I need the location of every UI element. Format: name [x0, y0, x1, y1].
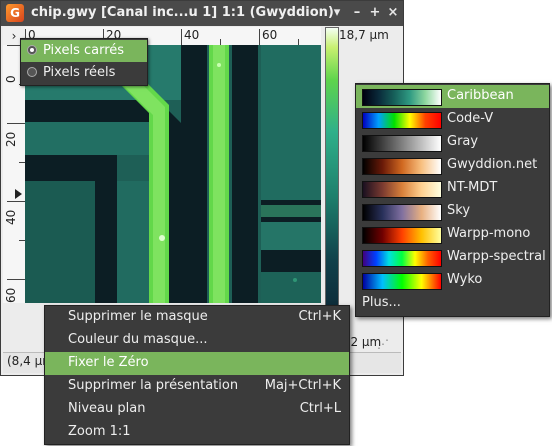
gradient-label: Caribbean	[447, 88, 514, 103]
gradient-item-wyko[interactable]: Wyko	[356, 269, 549, 292]
gradient-label: Code-V	[447, 111, 494, 126]
menu-item-label: Supprimer le masque	[68, 309, 208, 324]
gradient-item-warpp-mono[interactable]: Warpp-mono	[356, 223, 549, 246]
menu-item-level-plane[interactable]: Niveau plan Ctrl+L	[45, 398, 349, 421]
menu-item-pixels-reels[interactable]: Pixels réels	[21, 62, 147, 84]
menu-item-label: Couleur du masque...	[68, 332, 208, 347]
gradient-swatch	[362, 204, 442, 221]
gradient-item-code-v[interactable]: Code-V	[356, 108, 549, 131]
ruler-tick	[7, 201, 25, 202]
image-context-menu: Supprimer le masque Ctrl+K Couleur du ma…	[44, 305, 350, 445]
ruler-label: 60	[4, 287, 18, 303]
gradient-label: Warpp-spectral	[447, 249, 546, 264]
menu-item-label: Niveau plan	[68, 401, 146, 416]
menu-item-label: Pixels carrés	[43, 43, 125, 58]
false-color-gradient-menu: Caribbean Code-V Gray Gwyddion.net NT-MD…	[355, 83, 550, 317]
gradient-label: Warpp-mono	[447, 226, 531, 241]
menu-item-label: Zoom 1:1	[68, 424, 131, 439]
menu-item-label: Supprimer la présentation	[68, 378, 239, 393]
gradient-label: Gwyddion.net	[447, 157, 538, 172]
gradient-item-caribbean[interactable]: Caribbean	[356, 85, 549, 108]
gradient-item-warpp-spectral[interactable]: Warpp-spectral	[356, 246, 549, 269]
gradient-label: Wyko	[447, 272, 483, 287]
gradient-label: NT-MDT	[447, 180, 498, 195]
ruler-label: 40	[184, 28, 200, 42]
gradient-swatch	[362, 89, 442, 106]
gradient-swatch	[362, 112, 442, 129]
ruler-label: 60	[262, 28, 278, 42]
ruler-label: 40	[4, 209, 18, 225]
ruler-label: 20	[4, 131, 18, 147]
gradient-item-sky[interactable]: Sky	[356, 200, 549, 223]
ruler-tick	[259, 29, 260, 45]
gwyddion-app-icon[interactable]: G	[6, 4, 24, 22]
menu-item-pixels-carres[interactable]: Pixels carrés	[21, 40, 147, 62]
gradient-swatch	[362, 181, 442, 198]
gradient-item-nt-mdt[interactable]: NT-MDT	[356, 177, 549, 200]
gradient-swatch	[362, 135, 442, 152]
window-menu-icon[interactable]: ▾	[329, 5, 345, 21]
pixel-mode-popup: Pixels carrés Pixels réels	[20, 38, 148, 86]
gradient-swatch	[362, 273, 442, 290]
menu-item-fix-zero[interactable]: Fixer le Zéro	[45, 352, 349, 375]
gradient-swatch	[362, 250, 442, 267]
gradient-more-label: Plus...	[362, 295, 401, 310]
gradient-label: Sky	[447, 203, 471, 218]
menu-item-mask-color[interactable]: Couleur du masque...	[45, 329, 349, 352]
close-icon[interactable]: ×	[385, 5, 401, 21]
menu-item-zoom-1-1[interactable]: Zoom 1:1	[45, 421, 349, 444]
ruler-position-marker	[15, 189, 22, 199]
menu-item-shortcut: Ctrl+L	[299, 401, 341, 416]
menu-item-label: Fixer le Zéro	[68, 355, 149, 370]
gradient-item-more[interactable]: Plus...	[356, 292, 549, 315]
gradient-label: Gray	[447, 134, 479, 149]
ruler-tick	[181, 29, 182, 45]
menu-item-remove-presentation[interactable]: Supprimer la présentation Maj+Ctrl+K	[45, 375, 349, 398]
ruler-tick	[7, 279, 25, 280]
menu-item-shortcut: Maj+Ctrl+K	[264, 378, 341, 393]
gradient-item-gwyddion-net[interactable]: Gwyddion.net	[356, 154, 549, 177]
ruler-tick	[7, 123, 25, 124]
menu-item-shortcut: Ctrl+K	[298, 309, 341, 324]
maximize-icon[interactable]: +	[367, 5, 383, 21]
gradient-item-gray[interactable]: Gray	[356, 131, 549, 154]
menu-item-remove-mask[interactable]: Supprimer le masque Ctrl+K	[45, 306, 349, 329]
resize-grip-icon[interactable]: ⋰	[377, 337, 391, 351]
window-title: chip.gwy [Canal inc...u 1] 1:1 (Gwyddion…	[31, 5, 334, 20]
minimize-icon[interactable]: –	[349, 5, 365, 21]
title-bar[interactable]: G chip.gwy [Canal inc...u 1] 1:1 (Gwyddi…	[1, 1, 403, 26]
radio-selected-icon[interactable]	[27, 45, 37, 55]
gradient-swatch	[362, 227, 442, 244]
menu-item-label: Pixels réels	[43, 65, 116, 80]
radio-unselected-icon[interactable]	[27, 67, 37, 77]
color-scale-max-label: 18,7 µm	[339, 28, 389, 42]
gradient-swatch	[362, 158, 442, 175]
